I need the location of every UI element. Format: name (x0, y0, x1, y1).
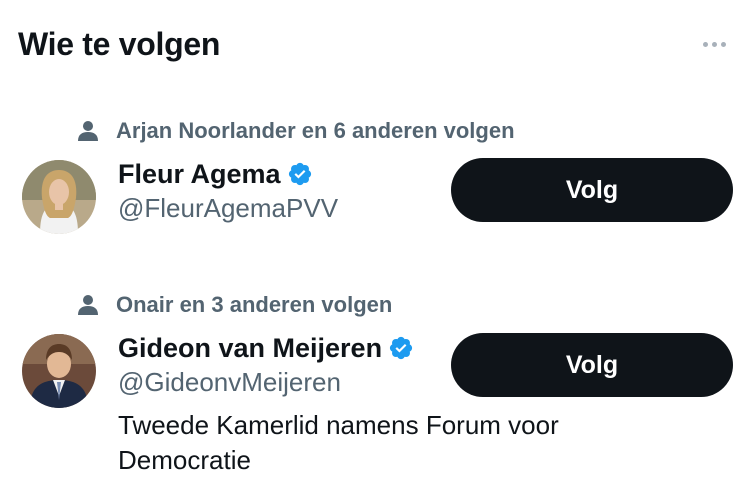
social-context-text: Onair en 3 anderen volgen (116, 292, 393, 317)
more-dot (711, 41, 717, 47)
avatar[interactable] (22, 160, 96, 234)
display-name[interactable]: Gideon van Meijeren (118, 333, 382, 364)
follow-button[interactable]: Volg (451, 333, 733, 397)
more-dot (720, 41, 726, 47)
more-options-button[interactable] (694, 34, 734, 54)
name-row: Gideon van Meijeren (118, 330, 416, 366)
social-context-text: Arjan Noorlander en 6 anderen volgen (116, 118, 515, 143)
name-row: Fleur Agema (118, 156, 315, 192)
verified-badge-icon (287, 160, 315, 188)
person-icon (76, 293, 100, 317)
more-horizontal-icon (702, 41, 708, 47)
person-icon (76, 119, 100, 143)
avatar[interactable] (22, 334, 96, 408)
social-context: Arjan Noorlander en 6 anderen volgen (76, 116, 515, 146)
user-handle[interactable]: @GideonvMeijeren (118, 367, 341, 398)
social-context: Onair en 3 anderen volgen (76, 290, 392, 320)
display-name[interactable]: Fleur Agema (118, 159, 281, 190)
section-title: Wie te volgen (18, 26, 221, 62)
verified-badge-icon (388, 334, 416, 362)
user-handle[interactable]: @FleurAgemaPVV (118, 193, 338, 224)
follow-button[interactable]: Volg (451, 158, 733, 222)
user-bio: Tweede Kamerlid namens Forum voor Democr… (118, 410, 559, 475)
